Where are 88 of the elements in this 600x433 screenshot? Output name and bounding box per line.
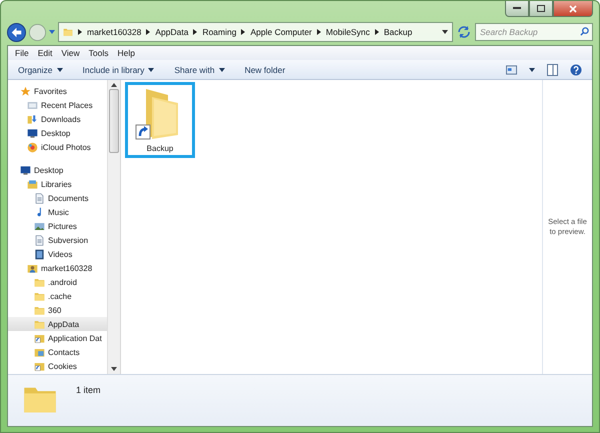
scroll-down-arrow-icon[interactable] <box>111 367 117 371</box>
scroll-up-arrow-icon[interactable] <box>111 83 117 87</box>
change-view-button[interactable] <box>506 64 517 74</box>
navigation-item[interactable]: .cache <box>8 289 107 303</box>
navigation-item[interactable]: .android <box>8 275 107 289</box>
navigation-item[interactable]: iCloud Photos <box>8 140 107 154</box>
item-count: 1 item <box>76 385 101 395</box>
navigation-item[interactable]: Desktop <box>8 163 107 177</box>
navigation-item[interactable]: market160328 <box>8 261 107 275</box>
menu-item[interactable]: Help <box>114 48 138 58</box>
preview-pane-button[interactable] <box>547 64 558 76</box>
libraries-icon <box>27 178 38 190</box>
minimize-button[interactable] <box>505 1 529 17</box>
chevron-right-icon <box>78 29 82 35</box>
breadcrumb-segment[interactable]: market160328 <box>87 27 142 37</box>
folder-icon <box>34 304 45 316</box>
navigation-item[interactable]: Desktop <box>8 126 107 140</box>
scrollbar-thumb[interactable] <box>109 89 119 153</box>
navigation-item[interactable]: AppData <box>8 317 107 331</box>
breadcrumb-segment[interactable]: AppData <box>155 27 188 37</box>
shortcut-icon <box>34 360 45 372</box>
scrollbar[interactable] <box>107 80 121 374</box>
star-icon <box>20 86 31 96</box>
caret-icon <box>148 68 154 72</box>
pictures-icon <box>34 220 45 232</box>
document-icon <box>34 192 45 204</box>
navigation-item[interactable]: Libraries <box>8 177 107 191</box>
help-button[interactable] <box>570 64 582 76</box>
navigation-item[interactable]: Videos <box>8 247 107 261</box>
folder-icon <box>34 276 45 288</box>
chevron-right-icon <box>241 29 246 35</box>
film-icon <box>34 248 45 260</box>
navigation-item[interactable]: 360 <box>8 303 107 317</box>
recent-places-icon <box>27 100 38 110</box>
address-bar[interactable]: market160328 AppData Roaming Apple Computer MobileSync Backup <box>58 22 453 42</box>
breadcrumb-segment[interactable]: Roaming <box>202 27 236 37</box>
navigation-item[interactable]: Cookies <box>8 359 107 373</box>
document-icon <box>34 234 45 246</box>
dropdown-caret-icon <box>442 30 448 34</box>
desktop-icon <box>27 128 38 138</box>
menu-item[interactable]: View <box>58 48 83 58</box>
toolbar-button[interactable]: Include in library <box>82 64 154 74</box>
photos-icon <box>27 142 38 152</box>
toolbar-button[interactable]: New folder <box>244 64 286 74</box>
user-folder-icon <box>27 262 38 274</box>
breadcrumb-segment[interactable]: Apple Computer <box>250 27 312 37</box>
search-icon <box>580 27 589 36</box>
navigation-item[interactable]: Contacts <box>8 345 107 359</box>
desktop-icon <box>20 164 31 176</box>
menu-item[interactable]: Tools <box>86 48 112 58</box>
menu-item[interactable]: File <box>12 48 32 58</box>
downloads-folder-icon <box>27 114 38 124</box>
menu-item[interactable]: Edit <box>34 48 56 58</box>
close-icon <box>569 4 577 12</box>
back-button[interactable] <box>7 22 26 42</box>
folder-icon <box>63 27 73 37</box>
navigation-item[interactable]: Music <box>8 205 107 219</box>
navigation-item[interactable]: Documents <box>8 191 107 205</box>
caret-icon <box>56 68 62 72</box>
folder-icon <box>34 318 45 330</box>
breadcrumb-segment[interactable]: MobileSync <box>326 27 370 37</box>
chevron-right-icon <box>374 29 379 35</box>
minimize-icon <box>513 7 521 10</box>
caret-icon <box>218 68 225 72</box>
shortcut-icon <box>34 332 45 344</box>
caret-icon <box>529 68 535 72</box>
view-options-button[interactable] <box>529 68 535 72</box>
maximize-button[interactable] <box>529 1 553 17</box>
folder-icon <box>34 290 45 302</box>
file-tile[interactable]: Backup <box>125 82 195 158</box>
navigation-item[interactable]: Favorites <box>8 84 107 98</box>
history-dropdown-button[interactable] <box>49 30 55 34</box>
maximize-icon <box>537 5 545 12</box>
breadcrumb-segment[interactable]: Backup <box>384 27 412 37</box>
chevron-right-icon <box>193 29 198 35</box>
close-button[interactable] <box>553 1 593 17</box>
chevron-right-icon <box>316 29 321 35</box>
navigation-item[interactable]: Recent Places <box>8 98 107 112</box>
chevron-right-icon <box>146 29 150 35</box>
navigation-item[interactable]: Application Dat <box>8 331 107 345</box>
navigation-item[interactable]: Downloads <box>8 112 107 126</box>
navigation-item[interactable]: Pictures <box>8 219 107 233</box>
contacts-folder-icon <box>34 346 45 358</box>
search-field[interactable]: Search Backup <box>475 23 593 41</box>
toolbar-button[interactable]: Organize <box>18 64 62 74</box>
refresh-button[interactable] <box>456 24 472 40</box>
navigation-item[interactable]: Subversion <box>8 233 107 247</box>
toolbar-button[interactable]: Share with <box>174 64 225 74</box>
